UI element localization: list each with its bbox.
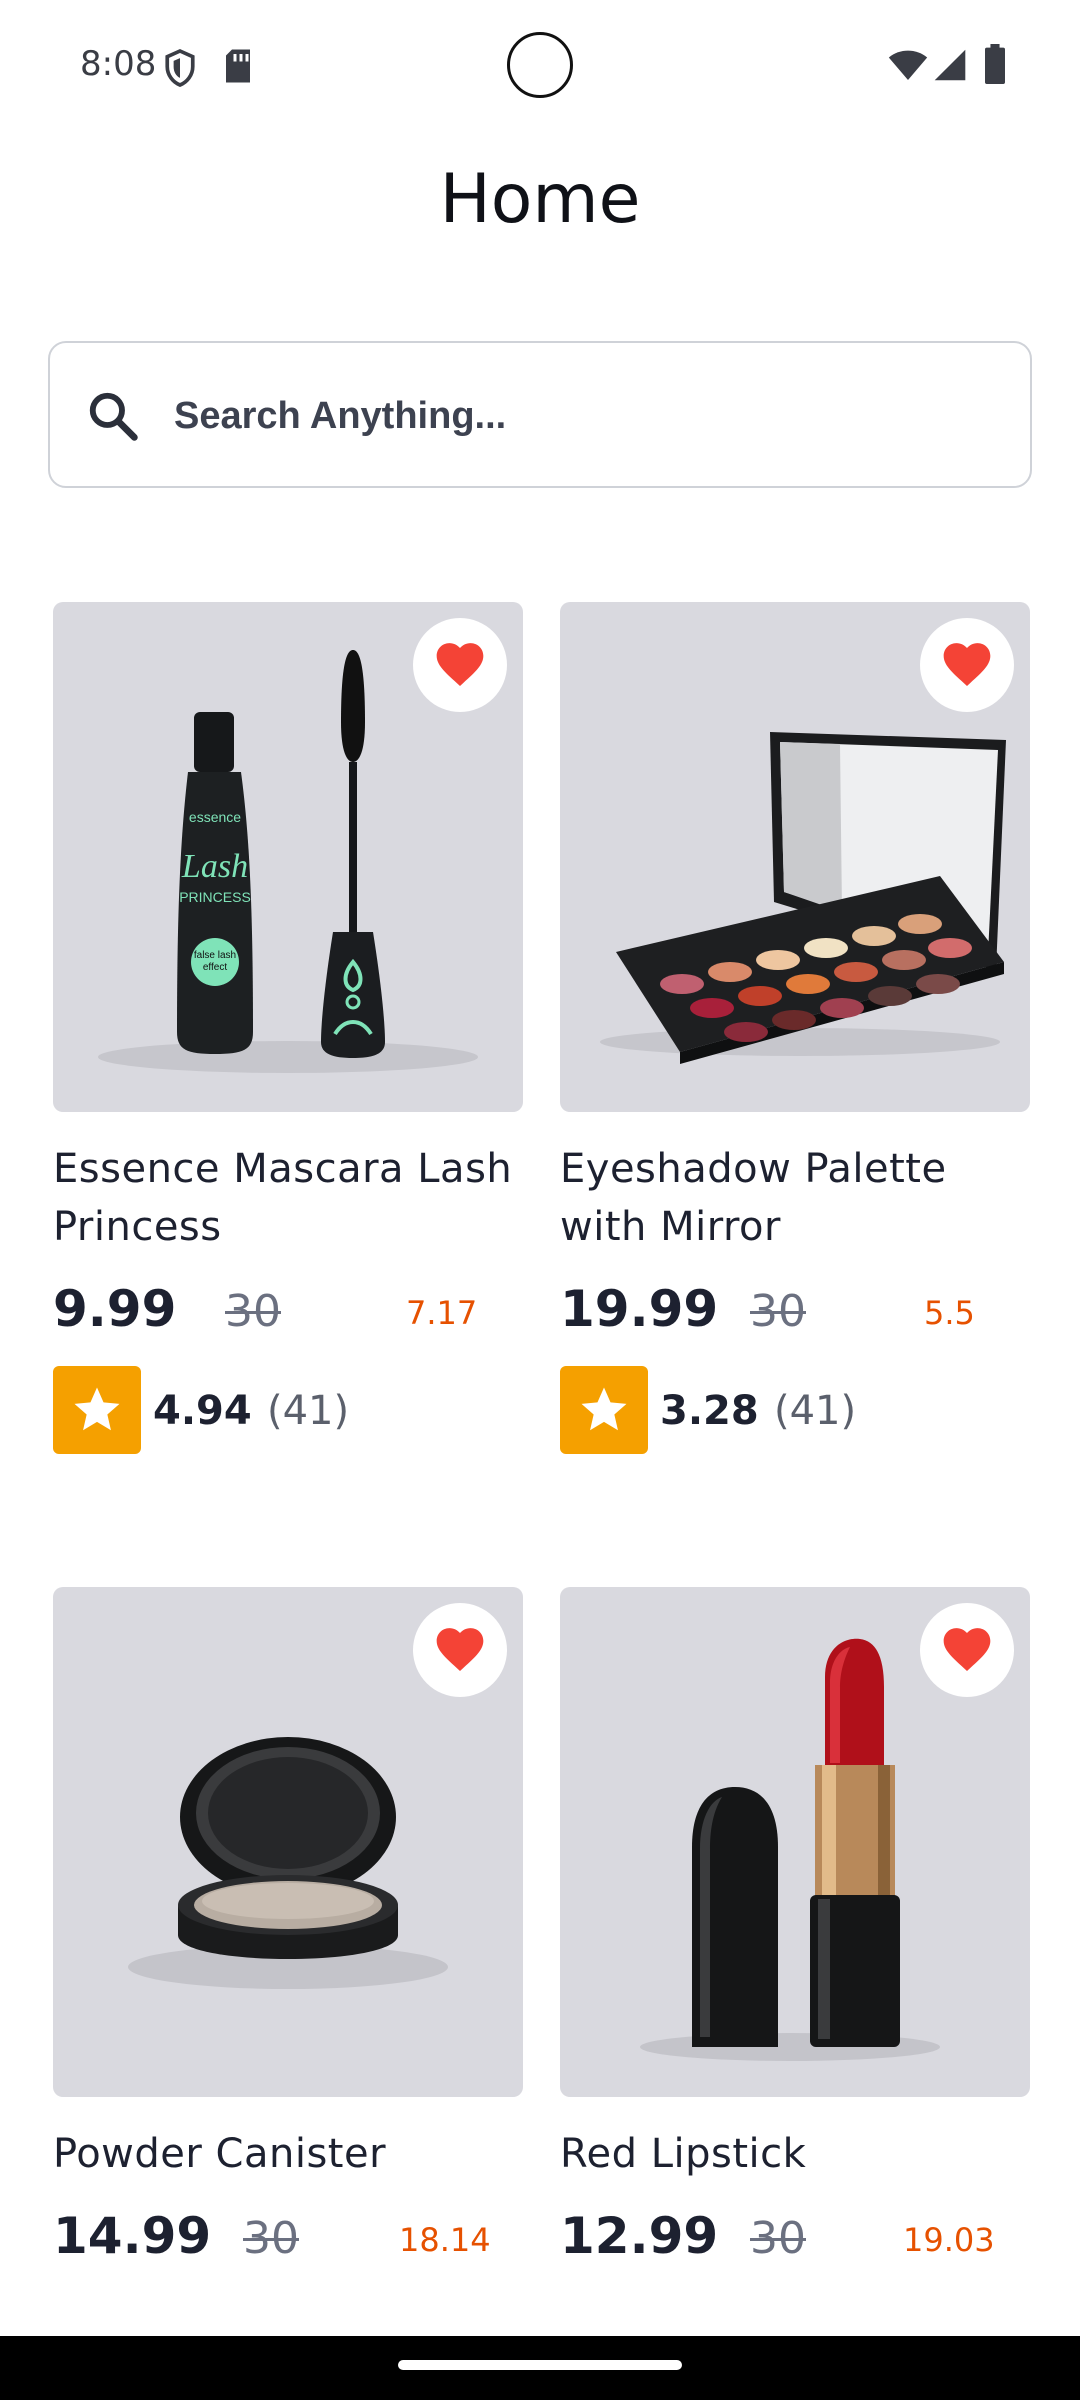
star-icon: [581, 1387, 627, 1431]
product-price: 12.99: [560, 2207, 719, 2265]
price-row: 19.99 30 5.5: [560, 1272, 1030, 1352]
product-name: Eyeshadow Palette with Mirror: [560, 1146, 947, 1250]
heart-icon: [436, 1628, 484, 1671]
svg-text:false lash: false lash: [194, 950, 236, 961]
page-title: Home: [439, 160, 641, 239]
battery-icon: [985, 44, 1005, 84]
original-price: 30: [750, 2213, 806, 2264]
rating-row: 4.94 (41): [53, 1366, 523, 1454]
favorite-button[interactable]: [920, 618, 1014, 712]
product-image[interactable]: essence Lash PRINCESS false lash effect: [53, 602, 523, 1112]
camera-cutout: [507, 32, 573, 98]
discount-percentage: 18.14: [399, 2221, 491, 2259]
product-price: 14.99: [53, 2207, 212, 2265]
svg-text:effect: effect: [203, 962, 227, 973]
star-badge: [560, 1366, 648, 1454]
product-name: Powder Canister: [53, 2131, 387, 2177]
discount-percentage: 5.5: [924, 1294, 975, 1332]
heart-icon: [943, 1628, 991, 1671]
review-count: (41): [774, 1388, 857, 1434]
rating-row: 3.28 (41): [560, 1366, 1030, 1454]
price-row: 9.99 30 7.17: [53, 1272, 523, 1352]
wifi-icon: [888, 50, 928, 80]
svg-text:PRINCESS: PRINCESS: [179, 889, 251, 905]
star-badge: [53, 1366, 141, 1454]
product-name: Red Lipstick: [560, 2131, 807, 2177]
heart-icon: [436, 643, 484, 686]
discount-percentage: 7.17: [406, 1294, 478, 1332]
original-price: 30: [225, 1286, 281, 1337]
product-name: Essence Mascara Lash Princess: [53, 1146, 513, 1250]
rating-value: 3.28: [660, 1388, 759, 1434]
product-card[interactable]: Powder Canister 14.99 30 18.14: [53, 1587, 523, 2279]
sd-card-icon: [226, 49, 250, 83]
price-row: 12.99 30 19.03: [560, 2199, 1030, 2279]
favorite-button[interactable]: [920, 1603, 1014, 1697]
svg-text:essence: essence: [189, 809, 241, 825]
search-bar[interactable]: [48, 341, 1032, 488]
original-price: 30: [750, 1286, 806, 1337]
product-card[interactable]: Red Lipstick 12.99 30 19.03: [560, 1587, 1030, 2279]
product-image[interactable]: [560, 602, 1030, 1112]
star-icon: [74, 1387, 120, 1431]
favorite-button[interactable]: [413, 1603, 507, 1697]
product-card[interactable]: Eyeshadow Palette with Mirror 19.99 30 5…: [560, 602, 1030, 1454]
signal-icon: [934, 49, 966, 81]
shield-icon: [165, 48, 195, 87]
heart-icon: [943, 643, 991, 686]
home-screen: 8:08 Home Search Anything... essence Las…: [0, 0, 1080, 2400]
review-count: (41): [267, 1388, 350, 1434]
favorite-button[interactable]: [413, 618, 507, 712]
product-image[interactable]: [53, 1587, 523, 2097]
rating-value: 4.94: [153, 1388, 252, 1434]
product-price: 9.99: [53, 1280, 177, 1338]
product-price: 19.99: [560, 1280, 719, 1338]
discount-percentage: 19.03: [903, 2221, 995, 2259]
search-icon: [89, 392, 138, 441]
system-navigation-bar: [0, 2336, 1080, 2400]
price-row: 14.99 30 18.14: [53, 2199, 523, 2279]
status-bar: 8:08: [0, 0, 1080, 130]
product-image[interactable]: [560, 1587, 1030, 2097]
status-time: 8:08: [80, 44, 157, 84]
home-gesture-handle[interactable]: [398, 2360, 682, 2370]
product-card[interactable]: essence Lash PRINCESS false lash effect …: [53, 602, 523, 1454]
search-input[interactable]: [174, 373, 994, 459]
svg-text:Lash: Lash: [181, 848, 248, 885]
original-price: 30: [243, 2213, 299, 2264]
